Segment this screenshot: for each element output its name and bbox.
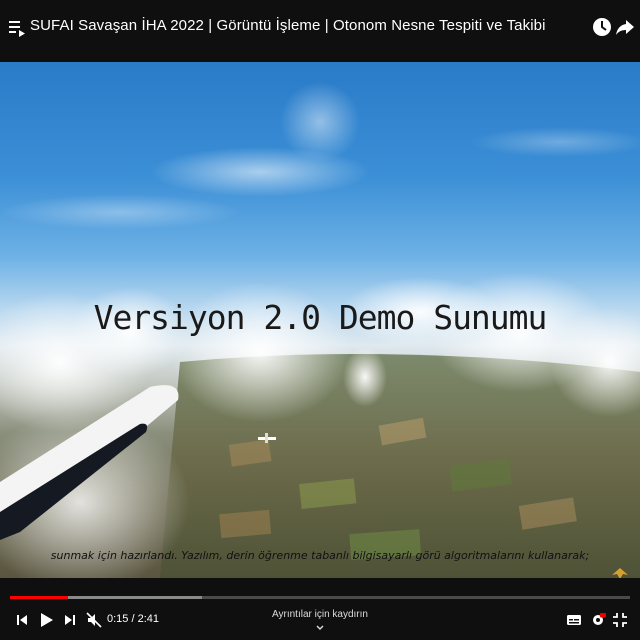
video-frame[interactable]: Versiyon 2.0 Demo Sunumu sunmak için haz… [0, 62, 640, 578]
player-controls: 0:15 / 2:41 Ayrıntılar için kaydırın [0, 578, 640, 640]
top-bar: SUFAI Savaşan İHA 2022 | Görüntü İşleme … [0, 0, 640, 62]
progress-played [10, 596, 68, 599]
settings-icon[interactable] [590, 612, 606, 628]
video-title[interactable]: SUFAI Savaşan İHA 2022 | Görüntü İşleme … [30, 17, 546, 34]
chevron-down-icon[interactable] [313, 623, 327, 633]
video-subtitle: sunmak için hazırlandı. Yazılım, derin ö… [50, 549, 590, 562]
exit-fullscreen-icon[interactable] [612, 612, 628, 628]
details-hint[interactable]: Ayrıntılar için kaydırın [0, 609, 640, 620]
progress-bar[interactable] [10, 596, 630, 599]
subtitles-icon[interactable] [566, 612, 582, 628]
watch-later-icon[interactable] [591, 16, 613, 38]
share-icon[interactable] [614, 16, 636, 38]
playlist-icon[interactable] [9, 18, 25, 38]
video-overlay-title: Versiyon 2.0 Demo Sunumu [93, 298, 548, 337]
